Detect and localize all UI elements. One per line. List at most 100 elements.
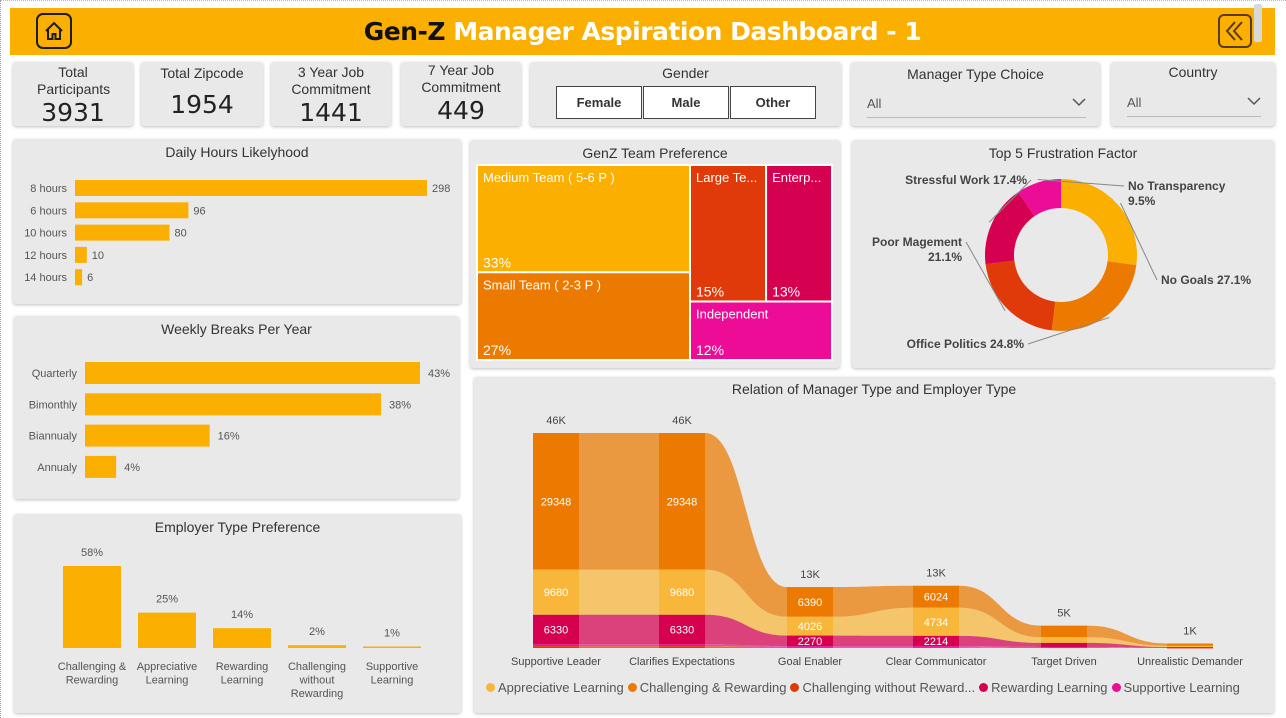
ribbon-segment[interactable]: [659, 646, 705, 648]
ribbon-band[interactable]: [833, 647, 913, 648]
total-label: 46K: [546, 415, 566, 427]
ribbon-band[interactable]: [579, 614, 659, 645]
bar[interactable]: [75, 202, 189, 219]
bar[interactable]: [75, 246, 87, 263]
axis-tick-label: 8 hours: [30, 183, 67, 195]
kpi-label: 3 Year Job Commitment: [291, 64, 371, 97]
data-label: 58%: [81, 547, 103, 559]
kpi-card-3yr: 3 Year Job Commitment 1441: [271, 62, 391, 127]
kpi-card-zipcode: Total Zipcode 1954: [141, 62, 263, 126]
treemap-label: Medium Team ( 5-6 P ): [483, 170, 615, 185]
ribbon-band[interactable]: [833, 646, 913, 648]
ribbon-legend: Appreciative Learning Challenging & Rewar…: [486, 680, 1244, 695]
bar[interactable]: [75, 269, 83, 286]
treemap-label: Small Team ( 2-3 P ): [483, 277, 601, 292]
treemap-value: 13%: [772, 284, 800, 300]
slicer-title: Country: [1168, 64, 1218, 80]
ribbon-segment[interactable]: [1167, 647, 1213, 649]
legend-label: Appreciative Learning: [498, 680, 624, 695]
segment-label: 6024: [924, 592, 948, 604]
ribbon-segment[interactable]: [1041, 647, 1087, 649]
team-treemap-chart: Medium Team ( 5-6 P ) 33% Small Team ( 2-3…: [476, 164, 834, 361]
ribbon-band[interactable]: [833, 635, 913, 647]
ribbon-segment[interactable]: [1041, 637, 1087, 643]
donut-label: Office Politics 24.8%: [907, 337, 1025, 351]
treemap-value: 27%: [483, 342, 511, 358]
scrollbar-stub[interactable]: [1254, 4, 1262, 42]
ribbon-segment[interactable]: [533, 646, 579, 648]
data-label: 16%: [218, 431, 240, 443]
axis-tick-label: Rewarding: [66, 675, 119, 687]
bar[interactable]: [288, 645, 346, 648]
legend-item[interactable]: Supportive Learning: [1111, 680, 1240, 695]
manager-employer-card: Relation of Manager Type and Employer Ty…: [474, 377, 1274, 713]
ribbon-segment[interactable]: [1167, 647, 1213, 648]
axis-tick-label: Biannualy: [29, 431, 78, 443]
data-label: 6: [87, 272, 93, 284]
ribbon-band[interactable]: [579, 644, 659, 647]
back-button[interactable]: [1218, 14, 1252, 48]
weekly-breaks-card: Weekly Breaks Per Year Quarterly 43% Bimon…: [14, 316, 459, 499]
bar[interactable]: [75, 180, 427, 196]
data-label: 2%: [309, 626, 325, 638]
gender-option-other[interactable]: Other: [730, 86, 816, 119]
legend-label: Challenging & Rewarding: [639, 680, 787, 695]
bar[interactable]: [213, 628, 271, 648]
bar[interactable]: [363, 646, 421, 649]
treemap-tile[interactable]: [689, 164, 768, 303]
legend-item[interactable]: Rewarding Learning: [979, 680, 1108, 695]
ribbon-segment[interactable]: [1167, 643, 1213, 646]
axis-tick-label: Rewarding: [291, 688, 344, 700]
bar[interactable]: [85, 455, 117, 478]
employer-type-chart: 58% Challenging & Rewarding 25% Appreciative…: [58, 547, 421, 700]
bar[interactable]: [85, 424, 210, 447]
axis-tick-label: Appreciative: [137, 661, 198, 673]
kpi-label: 7 Year Job Commitment: [421, 62, 501, 95]
weekly-breaks-chart: Quarterly 43% Bimonthly 38% Biannualy 16% Annu…: [29, 362, 450, 478]
title-prefix: Gen-Z: [363, 17, 446, 46]
ribbon-segment[interactable]: [533, 644, 579, 647]
donut-slice[interactable]: [1061, 179, 1137, 266]
data-label: 298: [432, 183, 450, 195]
ribbon-segment[interactable]: [1041, 642, 1087, 648]
data-label: 4%: [124, 462, 140, 474]
segment-label: 9680: [544, 587, 568, 599]
manager-type-dropdown[interactable]: All: [867, 92, 1086, 118]
ribbon-segment[interactable]: [1041, 625, 1087, 638]
treemap-label: Enterp...: [772, 170, 821, 185]
ribbon-segment[interactable]: [1041, 647, 1087, 648]
ribbon-segment[interactable]: [1167, 645, 1213, 648]
bar[interactable]: [138, 612, 196, 648]
segment-label: 6330: [670, 625, 694, 637]
gender-option-female[interactable]: Female: [556, 86, 642, 119]
legend-item[interactable]: Challenging without Reward...: [790, 680, 975, 695]
treemap-tile[interactable]: [765, 164, 834, 303]
kpi-value: 449: [437, 96, 485, 125]
segment-label: 4026: [798, 621, 822, 633]
legend-item[interactable]: Appreciative Learning: [486, 680, 624, 695]
legend-label: Rewarding Learning: [991, 680, 1108, 695]
axis-tick-label: without: [299, 675, 335, 687]
donut-slice[interactable]: [1051, 261, 1137, 331]
chevron-down-icon: [1247, 97, 1261, 106]
ribbon-segment[interactable]: [659, 644, 705, 647]
axis-tick-label: Annualy: [37, 462, 77, 474]
axis-tick-label: Clarifies Expectations: [629, 656, 735, 668]
total-label: 13K: [926, 568, 946, 580]
country-dropdown[interactable]: All: [1127, 91, 1261, 117]
bar[interactable]: [85, 362, 420, 384]
ribbon-band[interactable]: [579, 569, 659, 615]
legend-item[interactable]: Challenging & Rewarding: [627, 680, 787, 695]
axis-tick-label: Quarterly: [32, 368, 78, 380]
ribbon-band[interactable]: [579, 433, 659, 570]
gender-option-male[interactable]: Male: [643, 86, 729, 119]
axis-tick-label: Target Driven: [1031, 656, 1096, 668]
legend-swatch: [979, 683, 989, 692]
axis-tick-label: Supportive: [366, 661, 419, 673]
bar[interactable]: [63, 566, 121, 648]
axis-tick-label: 10 hours: [24, 228, 67, 240]
bar[interactable]: [85, 393, 382, 416]
axis-tick-label: 14 hours: [24, 272, 67, 284]
ribbon-band[interactable]: [579, 646, 659, 648]
bar[interactable]: [75, 224, 170, 241]
